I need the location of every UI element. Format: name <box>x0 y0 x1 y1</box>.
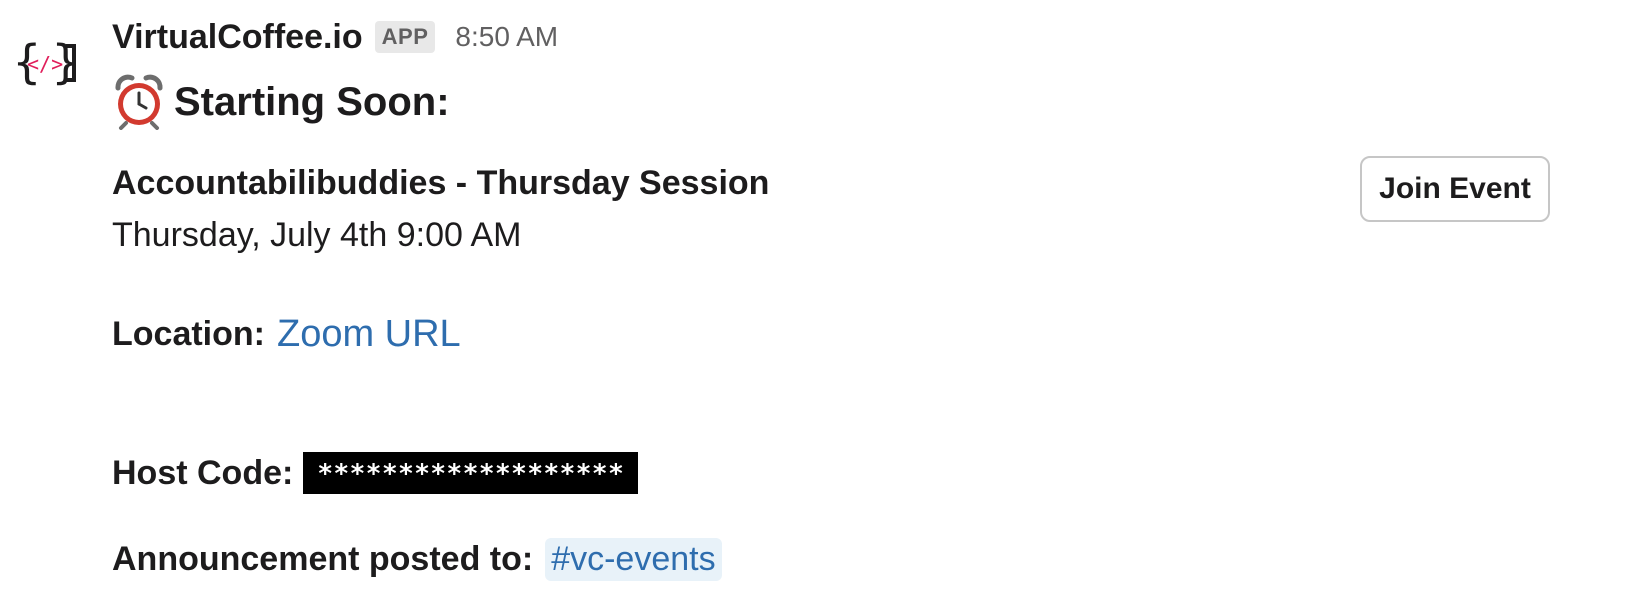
event-time: Thursday, July 4th 9:00 AM <box>112 216 522 254</box>
alarm-clock-icon <box>115 74 163 130</box>
host-code-spoiler[interactable]: ******************* <box>303 452 639 494</box>
app-badge: APP <box>374 21 436 53</box>
message-timestamp[interactable]: 8:50 AM <box>455 21 558 53</box>
location-label: Location: <box>112 314 265 353</box>
avatar[interactable]: { </> } <box>0 14 92 106</box>
announcement-row: Announcement posted to: #vc-events <box>112 535 722 583</box>
sender-name[interactable]: VirtualCoffee.io <box>112 18 363 57</box>
chat-message: { </> } VirtualCoffee.io APP 8:50 AM Sta… <box>0 0 1636 593</box>
host-code-row: Host Code: ******************* <box>112 452 639 494</box>
channel-link[interactable]: #vc-events <box>545 537 722 581</box>
location-row: Location: Zoom URL <box>112 308 461 360</box>
zoom-link[interactable]: Zoom URL <box>277 313 461 356</box>
event-name: Accountabilibuddies - Thursday Session <box>112 164 770 202</box>
host-code-label: Host Code: <box>112 453 294 492</box>
message-header: VirtualCoffee.io APP 8:50 AM <box>112 14 558 60</box>
join-event-button[interactable]: Join Event <box>1360 156 1550 222</box>
announcement-label: Announcement posted to: <box>112 539 534 578</box>
code-brackets-logo-icon: { </> } <box>13 35 80 89</box>
message-title-row: Starting Soon: <box>112 72 450 132</box>
message-title: Starting Soon: <box>174 79 450 124</box>
